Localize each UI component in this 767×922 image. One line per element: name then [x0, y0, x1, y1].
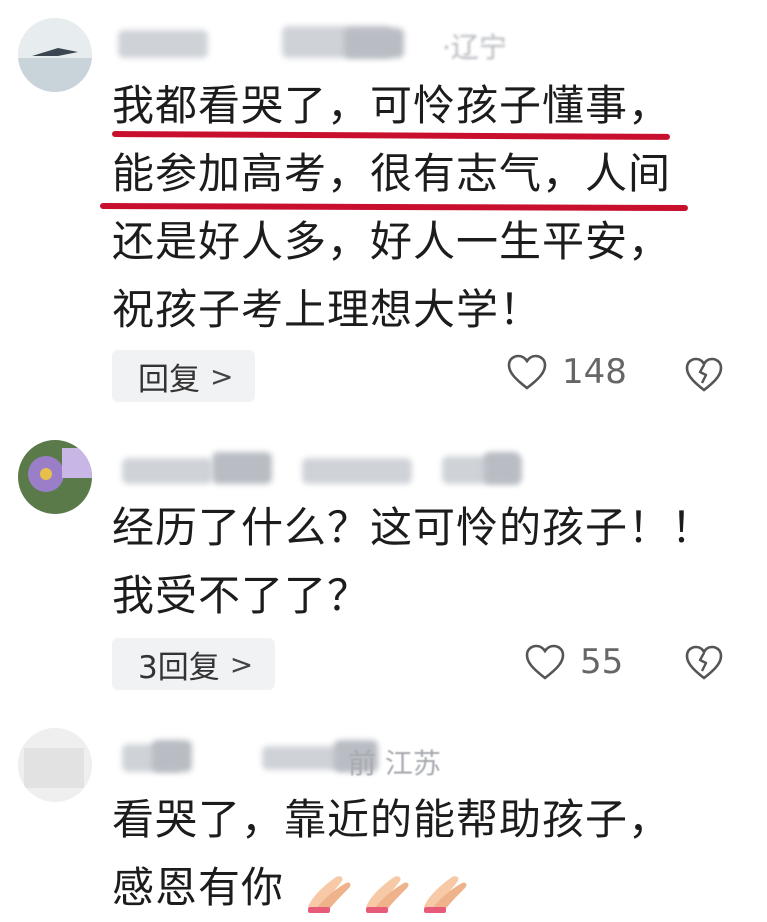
comment-text: 看哭了，靠近的能帮助孩子， 感恩有你 — [112, 786, 671, 922]
comment-line: 还是好人多，好人一生平安， — [112, 217, 672, 266]
comment-line: 我受不了了？ — [112, 571, 371, 620]
avatar[interactable] — [18, 440, 92, 514]
like-count: 148 — [562, 352, 627, 392]
like-button[interactable]: 148 — [506, 352, 627, 392]
folded-hands-emoji-icon — [308, 875, 351, 913]
reply-button[interactable]: 回复 > — [112, 350, 256, 402]
comment-location: ·辽宁 — [442, 31, 507, 64]
broken-heart-icon — [685, 357, 723, 392]
chevron-right-icon: > — [229, 647, 254, 681]
comment-meta: 前 江苏 — [112, 738, 542, 780]
avatar[interactable] — [18, 728, 92, 802]
comment-line: 感恩有你 — [112, 854, 671, 922]
folded-hands-emoji-icon — [424, 875, 467, 913]
comment-meta — [112, 450, 542, 490]
avatar[interactable] — [18, 18, 92, 92]
folded-hands-emoji-icon — [366, 875, 409, 913]
chevron-right-icon: > — [210, 359, 234, 393]
broken-heart-icon — [685, 645, 723, 680]
heart-outline-icon — [525, 644, 565, 680]
like-count: 55 — [580, 642, 624, 682]
dislike-button[interactable] — [684, 644, 724, 686]
comment-line-text: 感恩有你 — [112, 863, 285, 912]
comment-text: 经历了什么？这可怜的孩子！！ 我受不了了？ — [112, 494, 714, 630]
comment-line: 能参加高考，很有志气，人间 — [112, 149, 672, 198]
comment-meta: ·辽宁 — [112, 24, 542, 64]
comment-location: 前 江苏 — [348, 747, 441, 780]
reply-label: 回复 — [138, 361, 200, 398]
comment-line: 我都看哭了，可怜孩子懂事， — [112, 81, 672, 130]
dislike-button[interactable] — [684, 356, 724, 398]
folded-hands-emoji-group — [284, 863, 472, 913]
heart-outline-icon — [507, 354, 547, 390]
comment-line: 祝孩子考上理想大学！ — [112, 285, 543, 334]
comment-line: 看哭了，靠近的能帮助孩子， — [112, 795, 672, 844]
comment-line: 经历了什么？这可怜的孩子！！ — [112, 503, 715, 552]
like-button[interactable]: 55 — [524, 642, 623, 682]
reply-label: 3回复 — [138, 649, 220, 686]
reply-button[interactable]: 3回复 > — [112, 638, 276, 690]
